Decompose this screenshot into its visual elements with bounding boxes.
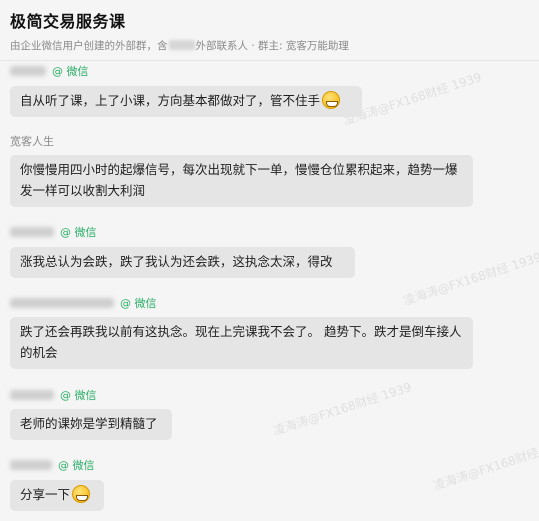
wechat-tag: @ 微信 [52, 65, 89, 78]
message-bubble[interactable]: 涨我总认为会跌，跌了我认为还会跌，这执念太深，得改 [10, 247, 355, 278]
group-title: 极简交易服务课 [10, 12, 126, 31]
watermark: 凌海涛@FX168财经 1939 [341, 70, 484, 128]
message-bubble[interactable]: 老师的课妳是学到精髓了 [10, 409, 172, 440]
grinning-icon [72, 485, 91, 503]
message-sender[interactable]: @ 微信 [10, 64, 89, 78]
message-bubble[interactable]: 你慢慢用四小时的起爆信号，每次出现就下一单，慢慢仓位累积起来，趋势一爆发一样可以… [10, 155, 473, 207]
message-text: 你慢慢用四小时的起爆信号，每次出现就下一单，慢慢仓位累积起来，趋势一爆发一样可以… [20, 162, 458, 198]
message-sender[interactable]: @ 微信 [10, 458, 95, 472]
wechat-tag: @ 微信 [120, 297, 157, 310]
blurred-sender-name [10, 390, 54, 400]
blurred-sender-name [10, 460, 52, 470]
watermark: 凌海涛@FX168财经 1939 [401, 250, 539, 308]
message-text: 涨我总认为会跌，跌了我认为还会跌，这执念太深，得改 [20, 254, 333, 269]
message-text: 分享一下 [20, 487, 71, 502]
message-bubble[interactable]: 分享一下 [10, 480, 104, 511]
blurred-sender-name [10, 66, 46, 76]
message-text: 跌了还会再跌我以前有这执念。现在上完课我不会了。 趋势下。跌才是倒车接人的机会 [20, 324, 462, 360]
message-bubble[interactable]: 跌了还会再跌我以前有这执念。现在上完课我不会了。 趋势下。跌才是倒车接人的机会 [10, 317, 473, 369]
watermark: 凌海涛@FX168财经 1939 [431, 435, 539, 493]
wechat-tag: @ 微信 [58, 459, 95, 472]
message-text: 老师的课妳是学到精髓了 [20, 416, 158, 431]
blurred-count [168, 40, 195, 50]
watermark: 凌海涛@FX168财经 1939 [271, 380, 414, 438]
chat-header: 极简交易服务课 由企业微信用户创建的外部群，含 外部联系人 · 群主: 宽客万能助… [0, 0, 539, 61]
message-sender[interactable]: 宽客人生 [10, 134, 54, 148]
sender-name: 宽客人生 [10, 135, 54, 148]
subtitle-part1: 由企业微信用户创建的外部群，含 [10, 40, 168, 52]
message-sender[interactable]: @ 微信 [10, 388, 97, 402]
blurred-sender-name [10, 227, 54, 237]
message-sender[interactable]: @ 微信 [10, 296, 157, 310]
blurred-sender-name [10, 298, 114, 308]
wechat-tag: @ 微信 [60, 389, 97, 402]
message-sender[interactable]: @ 微信 [10, 225, 97, 239]
message-list[interactable]: 凌海涛@FX168财经 1939 凌海涛@FX168财经 1939 凌海涛@FX… [0, 60, 539, 521]
message-text: 自从听了课，上了小课，方向基本都做对了，管不住手 [20, 93, 321, 108]
message-bubble[interactable]: 自从听了课，上了小课，方向基本都做对了，管不住手 [10, 86, 362, 117]
subtitle-part2: 外部联系人 · 群主: 宽客万能助理 [195, 40, 349, 52]
grinning-sweat-icon [322, 91, 341, 109]
group-subtitle: 由企业微信用户创建的外部群，含 外部联系人 · 群主: 宽客万能助理 [10, 38, 349, 53]
wechat-tag: @ 微信 [60, 226, 97, 239]
